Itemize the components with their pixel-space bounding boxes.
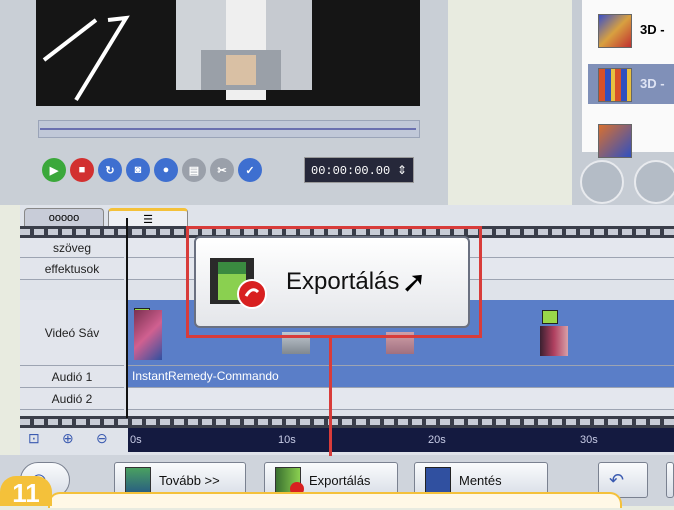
undo-icon: ↶ <box>609 469 625 490</box>
export-icon <box>275 467 304 496</box>
export-button-zoomed[interactable]: Exportálás ➚ <box>194 236 470 328</box>
film-icon: ▤ <box>182 158 206 182</box>
track-audio1[interactable]: InstantRemedy-Commando <box>128 366 674 388</box>
tab-label: ooooo <box>48 212 80 224</box>
save-label: Mentés <box>459 472 502 488</box>
zoom-fit-icon[interactable]: ⊡ <box>28 430 40 447</box>
audio-clip-label: InstantRemedy-Commando <box>132 369 279 383</box>
scissors-icon: ✂ <box>210 158 234 182</box>
effect-label: 3D - <box>640 22 665 37</box>
effect-item[interactable]: 3D - <box>588 10 674 50</box>
effect-film-icon[interactable] <box>634 160 674 204</box>
track-label-video: Videó Sáv <box>20 300 124 366</box>
video-clip-thumbnail[interactable] <box>540 326 568 356</box>
next-icon <box>125 467 151 493</box>
ruler-tick: 30s <box>580 434 598 446</box>
ruler-tick: 0s <box>130 434 142 446</box>
preview-frame-image <box>36 0 420 106</box>
tab-label: ☰ <box>143 214 153 226</box>
zoom-out-icon[interactable]: ⊖ <box>96 430 108 447</box>
microphone-icon[interactable]: ● <box>154 158 178 182</box>
check-icon[interactable]: ✓ <box>238 158 262 182</box>
effects-list: 3D - 3D - <box>582 0 674 158</box>
effect-item-selected[interactable]: 3D - <box>588 64 674 104</box>
time-ruler[interactable]: 0s 10s 20s 30s <box>128 428 674 452</box>
effect-thumbnail <box>598 68 632 102</box>
loop-icon[interactable]: ↻ <box>98 158 122 182</box>
track-audio2[interactable] <box>128 388 674 410</box>
callout-label: Exportálás <box>286 268 400 295</box>
tab-storyboard[interactable]: ooooo <box>24 208 104 227</box>
seek-bar-track <box>40 128 416 130</box>
ruler-tick: 20s <box>428 434 446 446</box>
ruler-tick: 10s <box>278 434 296 446</box>
export-label: Exportálás <box>309 472 371 488</box>
timecode-spinner-icon[interactable]: ⇕ <box>397 158 407 184</box>
track-label-text: szöveg <box>20 238 124 258</box>
step-number-badge: 11 <box>0 476 52 508</box>
playhead[interactable] <box>126 218 128 418</box>
video-clip-thumbnail[interactable] <box>134 310 162 360</box>
effect-item[interactable] <box>588 120 674 158</box>
video-preview <box>36 0 420 106</box>
track-label-effects: effektusok <box>20 258 124 280</box>
camera-icon[interactable]: ◙ <box>126 158 150 182</box>
track-label-audio1: Audió 1 <box>20 366 124 388</box>
next-label: Tovább >> <box>159 472 220 488</box>
zoom-in-icon[interactable]: ⊕ <box>62 430 74 447</box>
effect-add-icon[interactable] <box>580 160 624 204</box>
timecode-field[interactable]: 00:00:00.00 ⇕ <box>304 157 414 183</box>
effect-thumbnail <box>598 124 632 158</box>
export-film-icon <box>210 258 267 309</box>
play-icon[interactable]: ▶ <box>42 158 66 182</box>
callout-pointer-line <box>329 338 332 456</box>
timecode-value: 00:00:00.00 <box>311 164 391 178</box>
toolbar-edge <box>666 462 674 498</box>
filmstrip-bottom <box>20 416 674 428</box>
floppy-icon <box>425 467 451 493</box>
clip-marker-icon <box>542 310 558 324</box>
mouse-cursor-icon: ➚ <box>401 265 427 299</box>
effect-label: 3D - <box>640 76 665 91</box>
stop-icon[interactable]: ■ <box>70 158 94 182</box>
effect-thumbnail <box>598 14 632 48</box>
track-label-audio2: Audió 2 <box>20 388 124 410</box>
